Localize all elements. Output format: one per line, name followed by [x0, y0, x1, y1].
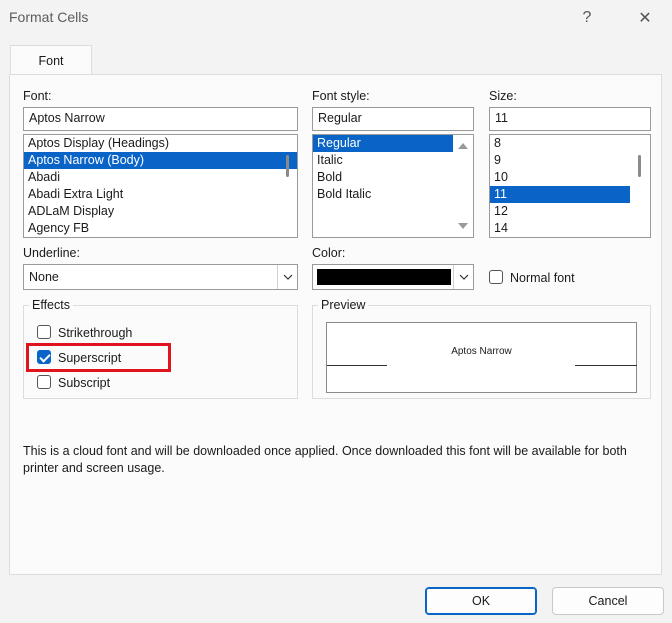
- help-icon: ?: [582, 9, 592, 26]
- preview-title: Preview: [318, 298, 369, 312]
- scroll-up-icon[interactable]: [458, 143, 468, 149]
- size-item[interactable]: 12: [490, 203, 630, 220]
- font-style-list[interactable]: Regular Italic Bold Bold Italic: [312, 134, 474, 238]
- font-list-item[interactable]: Aptos Display (Headings): [24, 135, 297, 152]
- font-list-scrollbar[interactable]: [286, 155, 289, 177]
- cancel-button[interactable]: Cancel: [552, 587, 664, 615]
- font-style-item[interactable]: Bold Italic: [313, 186, 453, 203]
- subscript-label: Subscript: [58, 376, 111, 390]
- underline-select[interactable]: None: [23, 264, 298, 290]
- chevron-down-icon[interactable]: [453, 265, 473, 289]
- underline-label: Underline:: [23, 246, 80, 260]
- chevron-down-icon[interactable]: [277, 265, 297, 289]
- font-list-item[interactable]: Abadi: [24, 169, 297, 186]
- underline-value: None: [29, 270, 59, 284]
- tab-font-label: Font: [38, 53, 64, 68]
- strikethrough-label: Strikethrough: [58, 326, 133, 340]
- font-style-item[interactable]: Bold: [313, 169, 453, 186]
- font-style-item[interactable]: Italic: [313, 152, 453, 169]
- color-picker[interactable]: [312, 264, 474, 290]
- size-item[interactable]: 14: [490, 220, 630, 237]
- size-item[interactable]: 9: [490, 152, 630, 169]
- font-list-item-selected[interactable]: Aptos Narrow (Body): [24, 152, 297, 169]
- effects-title: Effects: [29, 298, 73, 312]
- font-list-item[interactable]: ADLaM Display: [24, 203, 297, 220]
- superscript-label: Superscript: [58, 351, 122, 365]
- size-item[interactable]: 10: [490, 169, 630, 186]
- subscript-checkbox[interactable]: [37, 375, 51, 389]
- font-style-input[interactable]: Regular: [312, 107, 474, 131]
- cloud-font-info: This is a cloud font and will be downloa…: [23, 444, 627, 475]
- size-list[interactable]: 8 9 10 11 12 14: [489, 134, 651, 238]
- normal-font-checkbox[interactable]: [489, 270, 503, 284]
- preview-baseline-right: [575, 365, 637, 366]
- size-item-selected[interactable]: 11: [490, 186, 630, 203]
- superscript-checkbox[interactable]: [37, 350, 51, 364]
- color-label: Color:: [312, 246, 346, 260]
- preview-sample-text: Aptos Narrow: [451, 346, 512, 357]
- scroll-down-icon[interactable]: [458, 223, 468, 229]
- preview-baseline-left: [327, 365, 387, 366]
- ok-button[interactable]: OK: [425, 587, 537, 615]
- font-style-label: Font style:: [312, 89, 370, 103]
- color-swatch: [317, 269, 451, 285]
- close-button[interactable]: ✕: [628, 4, 662, 32]
- tab-font[interactable]: Font: [10, 45, 92, 75]
- font-list-item[interactable]: Abadi Extra Light: [24, 186, 297, 203]
- size-label: Size:: [489, 89, 517, 103]
- normal-font-label: Normal font: [510, 271, 575, 285]
- size-list-scrollbar[interactable]: [638, 155, 641, 177]
- close-icon: ✕: [638, 10, 652, 27]
- font-list[interactable]: Aptos Display (Headings) Aptos Narrow (B…: [23, 134, 298, 238]
- font-style-item-selected[interactable]: Regular: [313, 135, 453, 152]
- help-button[interactable]: ?: [570, 4, 604, 32]
- font-label: Font:: [23, 89, 52, 103]
- size-item[interactable]: 8: [490, 135, 630, 152]
- size-input[interactable]: 11: [489, 107, 651, 131]
- font-list-item[interactable]: Agency FB: [24, 220, 297, 237]
- window-title: Format Cells: [9, 9, 89, 25]
- font-input[interactable]: Aptos Narrow: [23, 107, 298, 131]
- strikethrough-checkbox[interactable]: [37, 325, 51, 339]
- preview-box: Aptos Narrow: [326, 322, 637, 393]
- font-label-text: Font:: [23, 89, 52, 103]
